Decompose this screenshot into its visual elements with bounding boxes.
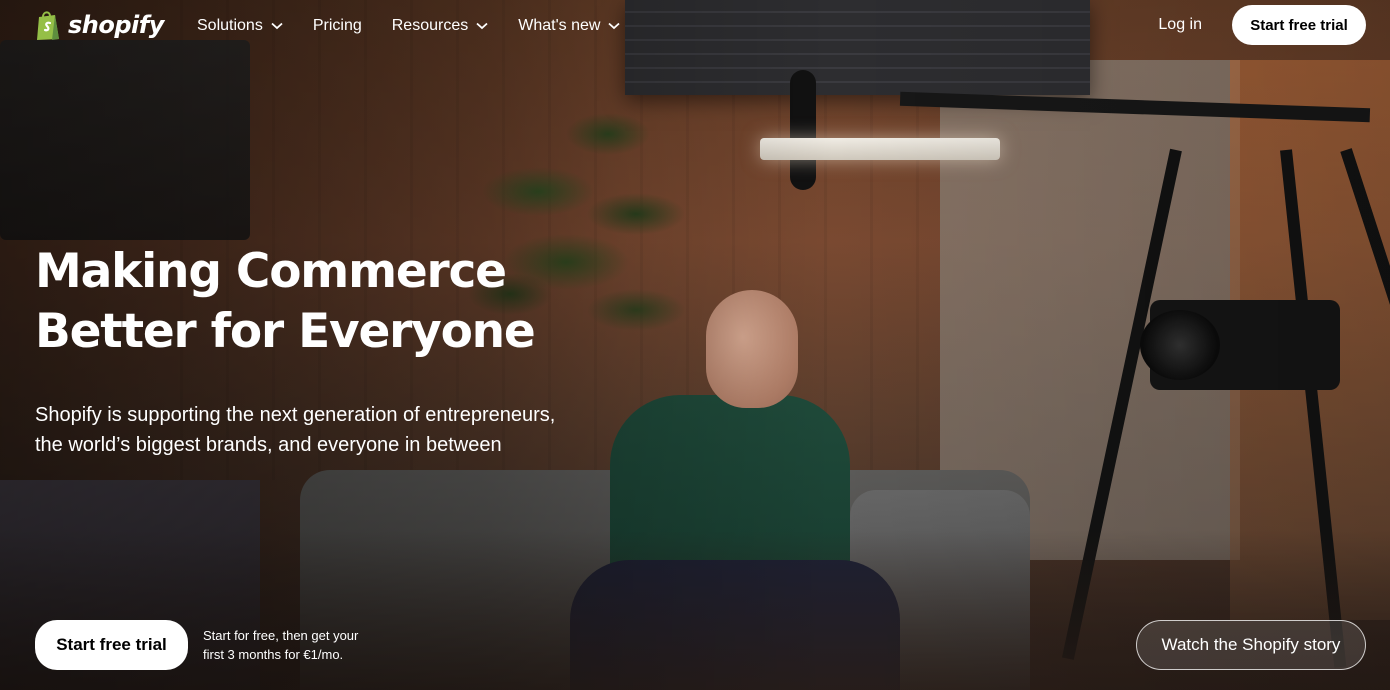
watch-story-button[interactable]: Watch the Shopify story xyxy=(1136,620,1366,670)
hero-subtitle: Shopify is supporting the next generatio… xyxy=(35,400,595,460)
nav-label: What's new xyxy=(518,17,601,34)
hero-title-line: Making Commerce xyxy=(35,244,507,299)
nav-pricing[interactable]: Pricing xyxy=(313,17,362,35)
nav-label: Pricing xyxy=(312,17,362,34)
main-nav: Solutions Pricing Resources What's new xyxy=(197,0,650,52)
shopify-logo[interactable]: shopify xyxy=(34,9,164,41)
trial-offer-note: Start for free, then get your first 3 mo… xyxy=(203,626,403,664)
chevron-down-icon xyxy=(608,22,621,30)
trial-offer-line: Start for free, then get your xyxy=(203,628,359,643)
login-link[interactable]: Log in xyxy=(1158,16,1202,34)
chevron-down-icon xyxy=(476,22,488,30)
shopify-bag-icon xyxy=(37,11,59,40)
nav-resources[interactable]: Resources xyxy=(392,17,488,35)
hero-start-trial-button[interactable]: Start free trial xyxy=(35,620,188,670)
header-actions: Log in Start free trial xyxy=(1158,5,1366,45)
nav-solutions[interactable]: Solutions xyxy=(197,17,283,35)
nav-label: Resources xyxy=(391,17,469,34)
hero-title: Making Commerce Better for Everyone xyxy=(35,242,595,362)
nav-whats-new[interactable]: What's new xyxy=(518,17,621,35)
site-header: shopify Solutions Pricing Resources What… xyxy=(0,0,1390,52)
hero-subtitle-line: Shopify is supporting the next generatio… xyxy=(35,404,556,426)
logo-wordmark: shopify xyxy=(68,11,164,39)
hero-subtitle-line: the world’s biggest brands, and everyone… xyxy=(35,434,502,456)
trial-offer-line: first 3 months for €1/mo. xyxy=(203,647,344,662)
header-start-trial-button[interactable]: Start free trial xyxy=(1232,5,1366,45)
nav-label: Solutions xyxy=(197,17,263,34)
chevron-down-icon xyxy=(271,22,283,30)
hero-title-line: Better for Everyone xyxy=(35,304,536,359)
